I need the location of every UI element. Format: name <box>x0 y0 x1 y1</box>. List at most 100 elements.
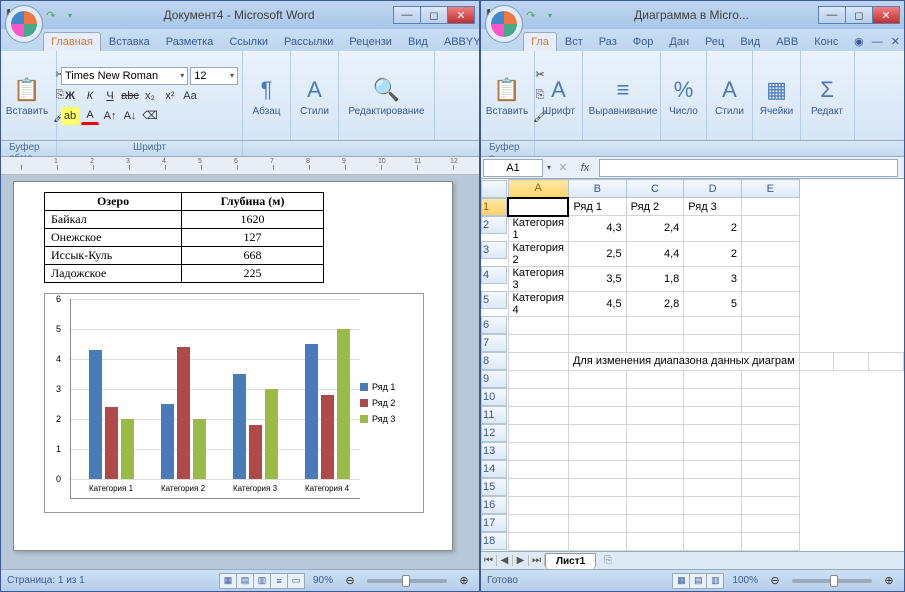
fx-icon[interactable]: fx <box>575 162 595 174</box>
styles-button[interactable]: A Стили <box>295 63 334 129</box>
row-header[interactable]: 6 <box>481 316 507 334</box>
editing-button[interactable]: 🔍 Редактирование <box>343 63 430 129</box>
column-header[interactable]: E <box>741 180 799 198</box>
tab-layout[interactable]: Раз <box>591 32 625 51</box>
help-icon[interactable]: ◉ <box>850 32 868 51</box>
row-header[interactable]: 13 <box>481 442 507 460</box>
zoom-level[interactable]: 90% <box>313 575 333 586</box>
cell[interactable] <box>508 496 568 514</box>
zoom-in-button[interactable]: ⊕ <box>455 572 473 590</box>
row-header[interactable]: 16 <box>481 496 507 514</box>
font-group-button[interactable]: AШрифт <box>539 63 578 129</box>
cell[interactable]: Ряд 3 <box>684 198 742 216</box>
column-header[interactable]: A <box>508 180 568 198</box>
cell[interactable]: Категория 2 <box>508 241 568 266</box>
cell[interactable] <box>508 334 568 352</box>
cell[interactable] <box>741 316 799 334</box>
cell[interactable] <box>508 388 568 406</box>
cell[interactable] <box>684 424 742 442</box>
cell[interactable] <box>741 514 799 532</box>
cell[interactable] <box>741 241 799 266</box>
cell[interactable]: 2,8 <box>626 291 684 316</box>
cell[interactable] <box>684 316 742 334</box>
cell[interactable] <box>508 198 568 216</box>
tab-review[interactable]: Рец <box>697 32 732 51</box>
row-header[interactable]: 9 <box>481 370 507 388</box>
cell[interactable] <box>626 370 684 388</box>
row-header[interactable]: 18 <box>481 532 507 550</box>
cell[interactable] <box>568 388 626 406</box>
zoom-out-button[interactable]: ⊖ <box>766 572 784 590</box>
horizontal-ruler[interactable]: 123456789101112 <box>1 157 479 175</box>
tab-home[interactable]: Гла <box>523 32 557 51</box>
cell[interactable] <box>741 388 799 406</box>
shrink-font-button[interactable]: A↓ <box>121 107 139 125</box>
cell[interactable]: 4,3 <box>568 216 626 242</box>
font-color-button[interactable]: A <box>81 107 99 125</box>
tab-review[interactable]: Рецензи <box>341 32 400 51</box>
font-name-combo[interactable]: Times New Roman▾ <box>61 67 188 85</box>
alignment-button[interactable]: ≡Выравнивание <box>587 63 659 129</box>
cell[interactable] <box>684 514 742 532</box>
cell[interactable] <box>568 334 626 352</box>
cell[interactable]: 2 <box>684 216 742 242</box>
maximize-button[interactable]: ◻ <box>845 6 873 24</box>
last-sheet-icon[interactable]: ⏭ <box>529 555 545 566</box>
close-button[interactable]: ✕ <box>447 6 475 24</box>
cell[interactable] <box>741 406 799 424</box>
cell[interactable] <box>508 478 568 496</box>
cell[interactable] <box>741 266 799 291</box>
cell[interactable] <box>508 460 568 478</box>
cell[interactable] <box>508 514 568 532</box>
cell[interactable] <box>626 496 684 514</box>
document-area[interactable]: ОзероГлубина (м) Байкал1620 Онежское127 … <box>1 175 479 569</box>
redo-icon[interactable]: ↷ <box>43 7 59 23</box>
tab-mailings[interactable]: Рассылки <box>276 32 341 51</box>
paragraph-button[interactable]: ¶ Абзац <box>247 63 286 129</box>
cell[interactable] <box>741 291 799 316</box>
row-header[interactable]: 11 <box>481 406 507 424</box>
cell[interactable] <box>568 406 626 424</box>
cell[interactable] <box>741 424 799 442</box>
tab-insert[interactable]: Вст <box>557 32 591 51</box>
cell[interactable] <box>626 334 684 352</box>
cell[interactable] <box>626 406 684 424</box>
cell[interactable] <box>684 388 742 406</box>
prev-sheet-icon[interactable]: ◀ <box>497 555 513 566</box>
embedded-chart[interactable]: 0123456Категория 1Категория 2Категория 3… <box>44 293 424 513</box>
row-header[interactable]: 1 <box>481 198 507 216</box>
cell[interactable] <box>508 370 568 388</box>
page-break-view-icon[interactable]: ▥ <box>706 573 724 589</box>
zoom-slider[interactable] <box>367 579 447 583</box>
reading-view-icon[interactable]: ▤ <box>236 573 254 589</box>
row-header[interactable]: 14 <box>481 460 507 478</box>
strike-button[interactable]: abc <box>121 87 139 105</box>
zoom-out-button[interactable]: ⊖ <box>341 572 359 590</box>
cell[interactable] <box>508 442 568 460</box>
row-header[interactable]: 2 <box>481 216 507 234</box>
row-header[interactable]: 8 <box>481 352 507 370</box>
tab-design[interactable]: Конс <box>806 32 846 51</box>
tab-abbyy[interactable]: ABB <box>768 32 806 51</box>
next-sheet-icon[interactable]: ▶ <box>513 555 529 566</box>
sheet-tab[interactable]: Лист1 <box>545 553 596 569</box>
italic-button[interactable]: К <box>81 87 99 105</box>
row-header[interactable]: 10 <box>481 388 507 406</box>
minimize-button[interactable]: ― <box>393 6 421 24</box>
cell[interactable] <box>684 406 742 424</box>
cell[interactable] <box>508 406 568 424</box>
row-header[interactable]: 5 <box>481 291 507 309</box>
number-button[interactable]: %Число <box>665 63 702 129</box>
cell[interactable] <box>741 334 799 352</box>
doc-close-icon[interactable]: ✕ <box>887 32 904 51</box>
new-sheet-icon[interactable]: ⎘ <box>596 553 620 568</box>
page-indicator[interactable]: Страница: 1 из 1 <box>7 575 85 586</box>
cell[interactable] <box>741 216 799 242</box>
superscript-button[interactable]: x² <box>161 87 179 105</box>
maximize-button[interactable]: ◻ <box>420 6 448 24</box>
subscript-button[interactable]: x₂ <box>141 87 159 105</box>
cells-button[interactable]: ▦Ячейки <box>757 63 796 129</box>
cell[interactable] <box>568 442 626 460</box>
cell[interactable] <box>684 532 742 550</box>
editing-button[interactable]: ΣРедакт <box>805 63 849 129</box>
